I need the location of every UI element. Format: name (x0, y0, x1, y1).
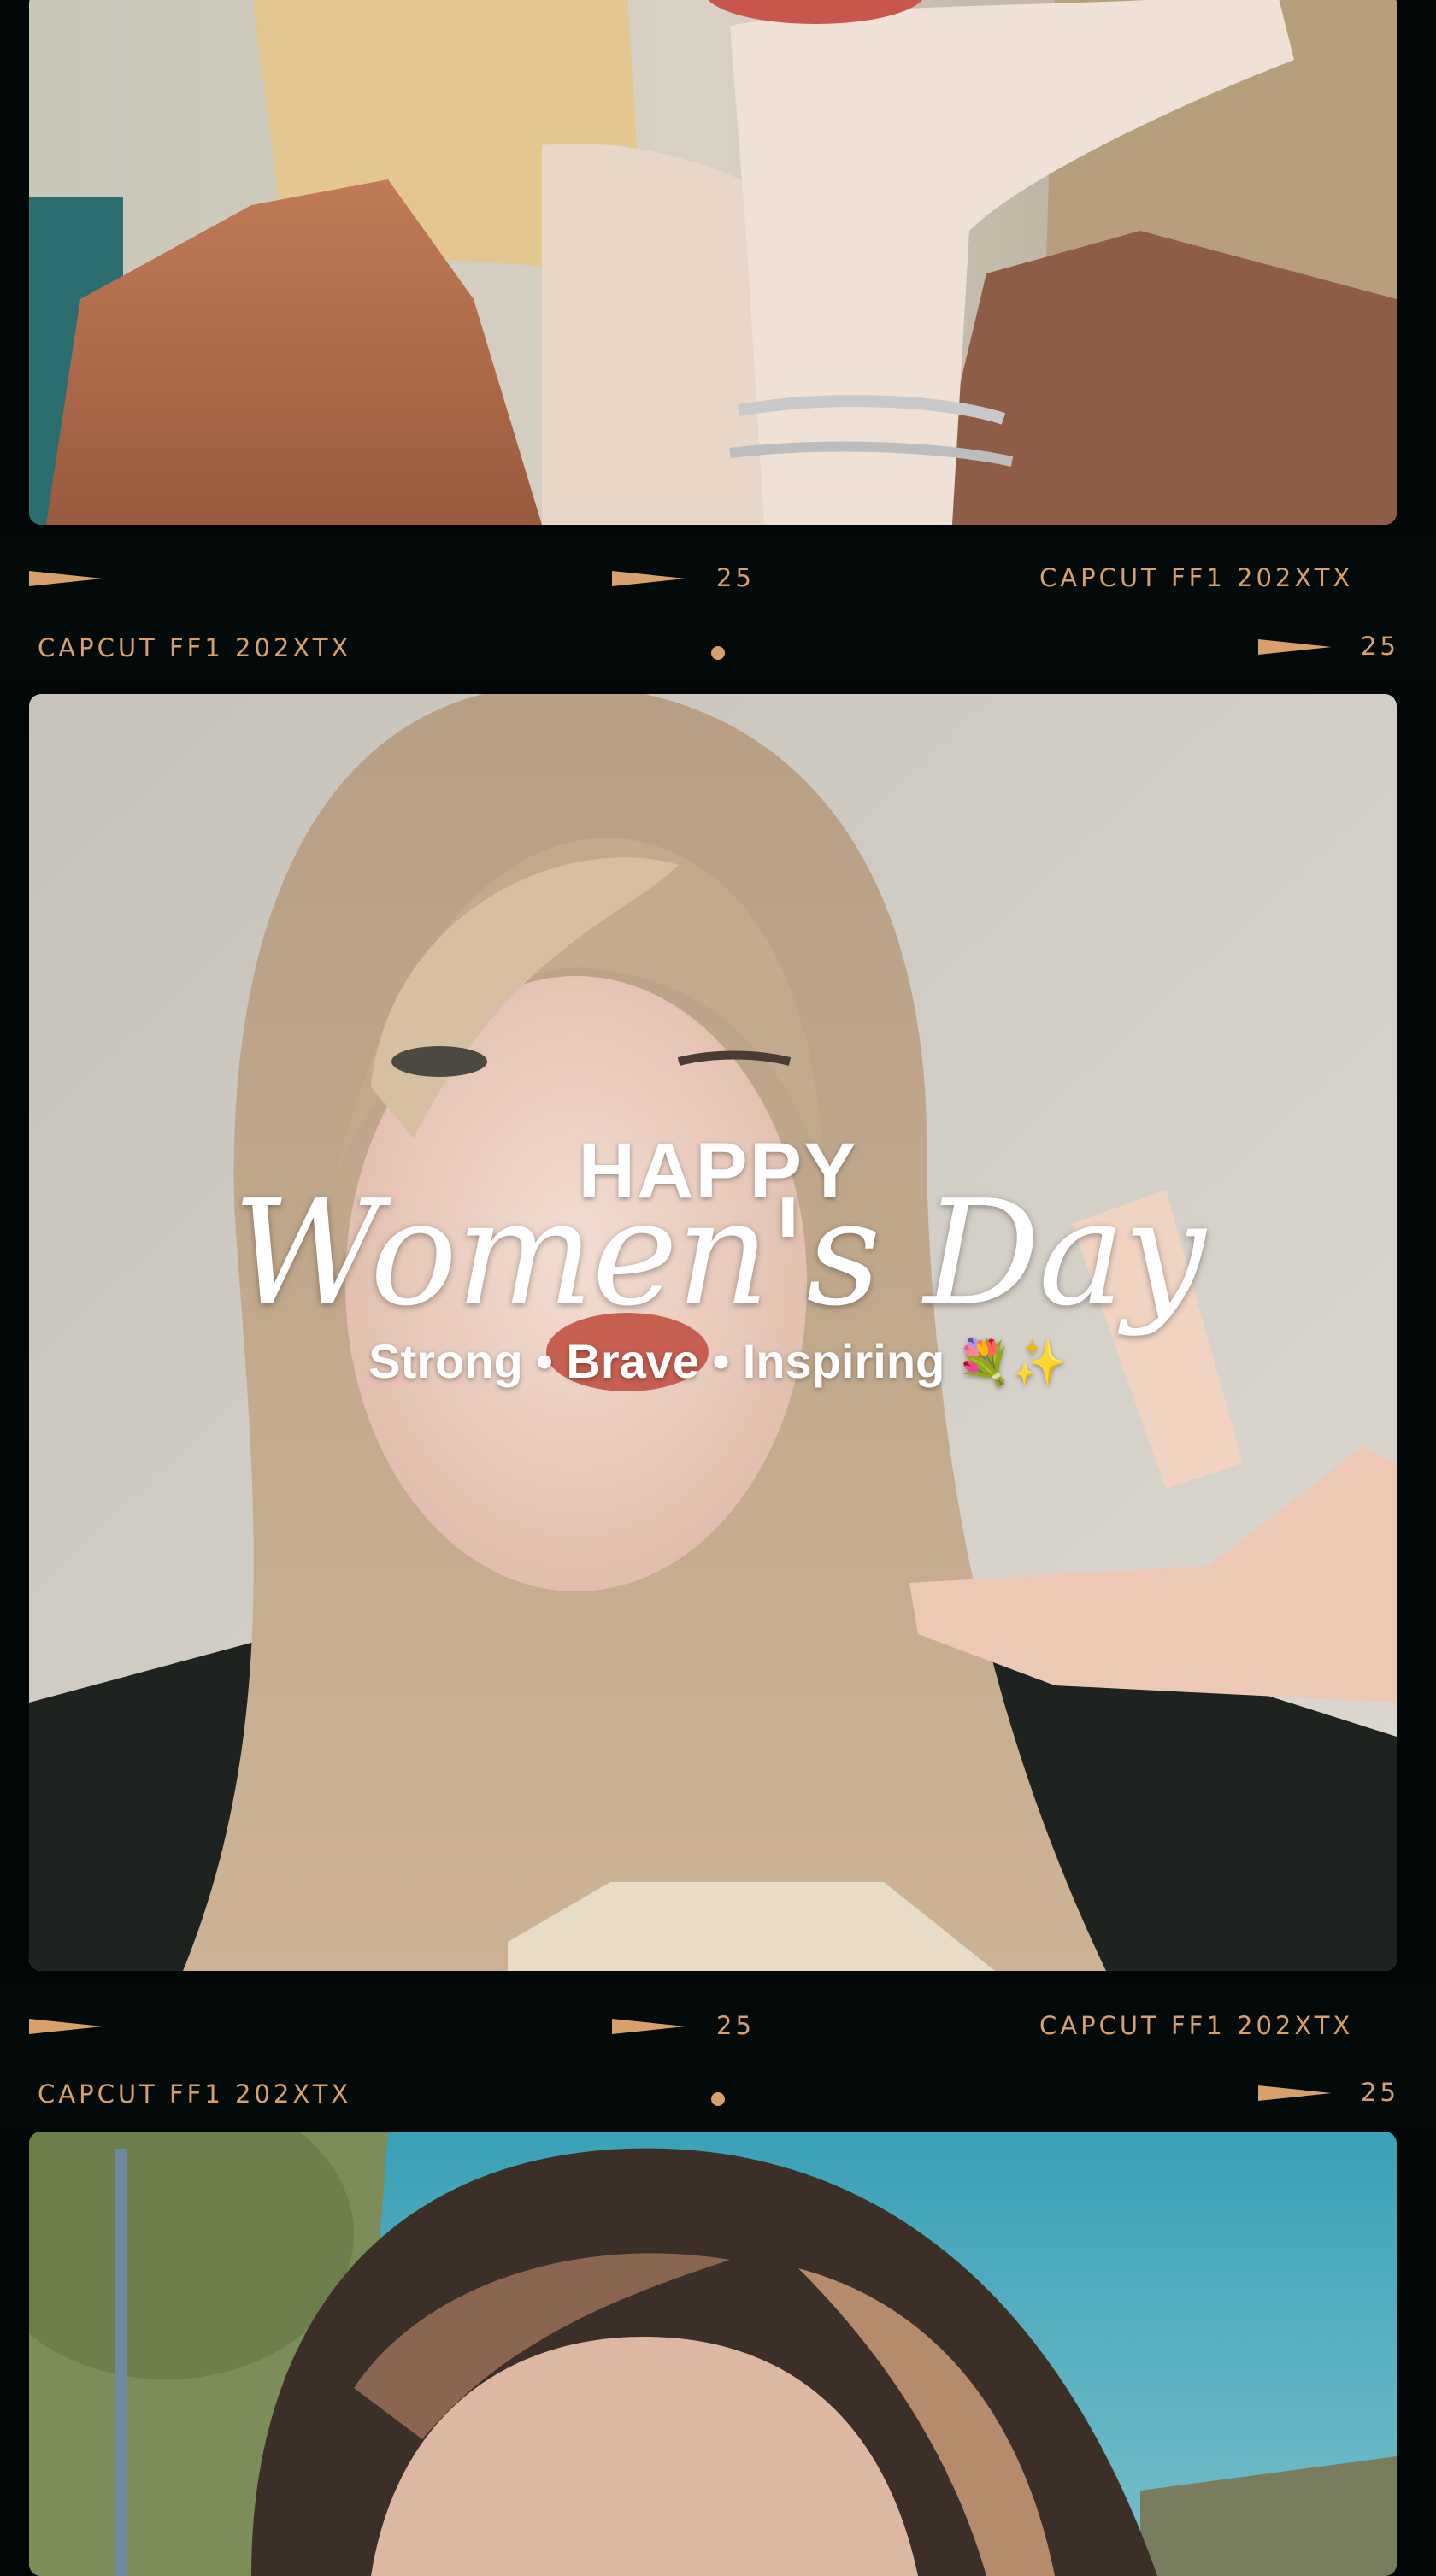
arrow-icon (1258, 2085, 1332, 2101)
arrow-icon (29, 571, 103, 586)
photo-frame-bottom (29, 2132, 1397, 2576)
arrow-icon (29, 2019, 103, 2034)
photo-bottom-image (29, 2132, 1397, 2576)
tagline-text: Strong • Brave • Inspiring (368, 1334, 945, 1388)
brand-code-label: CAPCUT FF1 202XTX (1039, 563, 1354, 592)
brand-code-label: CAPCUT FF1 202XTX (38, 633, 352, 662)
brand-code-label: CAPCUT FF1 202XTX (1039, 2011, 1354, 2040)
film-strip-1: 25 CAPCUT FF1 202XTX CAPCUT FF1 202XTX 2… (0, 535, 1436, 680)
brand-code-label: CAPCUT FF1 202XTX (38, 2079, 352, 2108)
tagline-row: Strong • Brave • Inspiring 💐✨ (0, 1333, 1436, 1389)
frame-number-label: 25 (716, 2011, 755, 2040)
arrow-icon (1258, 639, 1332, 655)
womens-day-title: Women's Day (232, 1169, 1206, 1338)
arrow-icon (612, 571, 686, 586)
photo-frame-top (29, 0, 1397, 525)
photo-top-image (29, 0, 1397, 525)
frame-number-label: 25 (1361, 2078, 1399, 2107)
frame-number-label: 25 (716, 563, 755, 592)
sprocket-dot (711, 646, 725, 660)
frame-number-label: 25 (1361, 632, 1399, 661)
sprocket-dot (711, 2092, 725, 2106)
bouquet-sparkles-icon: 💐✨ (956, 1338, 1068, 1388)
arrow-icon (612, 2019, 686, 2034)
film-strip-2: 25 CAPCUT FF1 202XTX CAPCUT FF1 202XTX 2… (0, 1983, 1436, 2128)
